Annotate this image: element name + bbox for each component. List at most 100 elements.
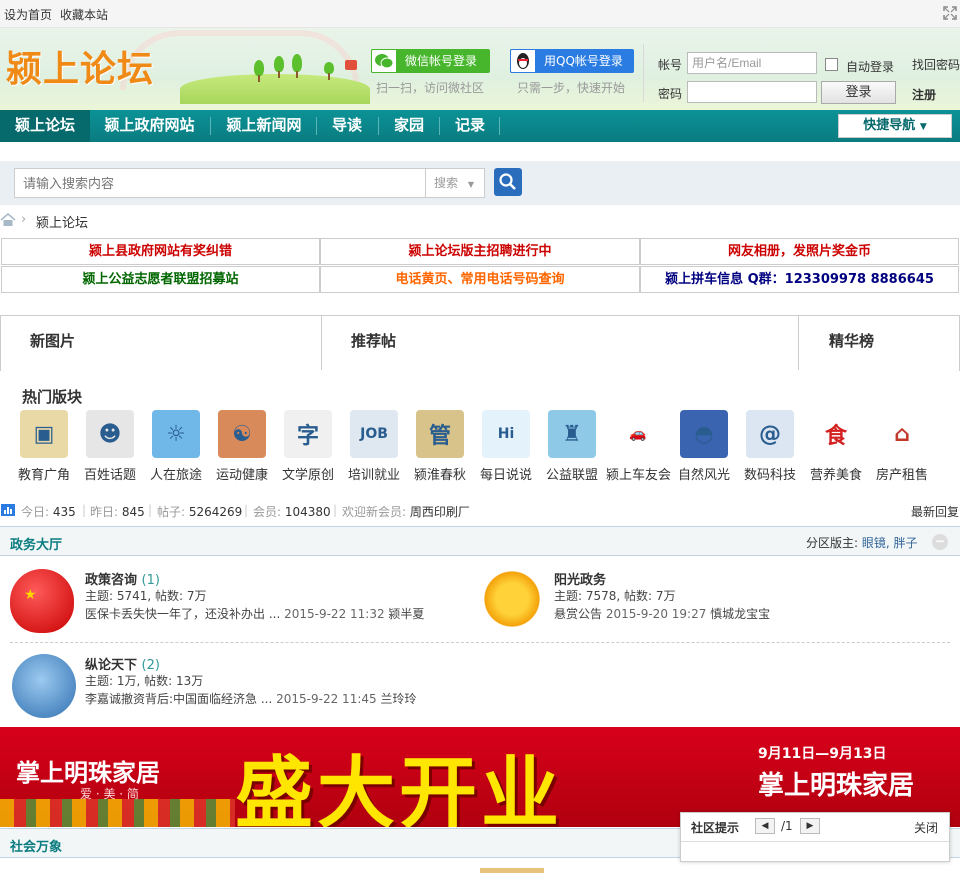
password-label: 密码 (658, 87, 683, 101)
showcase-new-pics[interactable]: 新图片 (30, 316, 75, 370)
find-password-link[interactable]: 找回密码 (912, 56, 960, 73)
hot-forum-item[interactable]: ☯ 运动健康 (210, 410, 274, 483)
hot-forum-item[interactable]: 🚗 颍上车友会 (606, 410, 671, 483)
section-title[interactable]: 政务大厅 (10, 534, 62, 553)
forum-last-post[interactable]: 李嘉诚撤资背后:中国面临经济急 ... 2015-9-22 11:45 兰玲玲 (85, 690, 416, 707)
hot-forum-item[interactable]: ☻ 百姓话题 (78, 410, 142, 483)
auto-login-label: 自动登录 (846, 60, 895, 74)
nav-item-home-space[interactable]: 家园 (380, 110, 438, 142)
nav-item-guide[interactable]: 导读 (318, 110, 376, 142)
search-input[interactable] (14, 168, 426, 198)
banner-headline: 盛大开业 (235, 749, 564, 827)
gift-boxes-decoration (0, 799, 235, 827)
banner-brand: 掌上明珠家居 (16, 759, 160, 787)
people-talking-icon: ☻ (86, 410, 134, 458)
section-moderators: 分区版主: 眼镜, 胖子 (806, 536, 918, 550)
nav-item-news-site[interactable]: 颍上新闻网 (214, 110, 314, 142)
forum-stats: 今日: 435 | 昨日: 845 | 帖子: 5264269 | 会员: 10… (0, 501, 960, 521)
collapse-icon[interactable]: − (932, 534, 948, 550)
search-type-select[interactable]: 搜索 ▼ (426, 168, 485, 198)
hot-forums-title: 热门版块 (22, 388, 83, 406)
notice-link[interactable]: 网友相册，发照片奖金币 (640, 238, 959, 265)
section-title[interactable]: 社会万象 (10, 836, 62, 855)
forum-meta: 主题: 1万, 帖数: 13万 (85, 674, 204, 688)
banner-brand-right: 掌上明珠家居 (758, 771, 915, 801)
hot-forum-item[interactable]: 食营养美食 (804, 410, 868, 483)
auto-login-checkbox[interactable] (825, 58, 838, 71)
forum-title[interactable]: 阳光政务 (554, 569, 606, 588)
hot-forum-item[interactable]: ♜ 公益联盟 (540, 410, 604, 483)
forum-meta: 主题: 7578, 帖数: 7万 (554, 589, 676, 603)
hot-forum-item[interactable]: ☼ 人在旅途 (144, 410, 208, 483)
hot-forum-item[interactable]: ◓ 自然风光 (672, 410, 736, 483)
hot-forum-item[interactable]: @ 数码科技 (738, 410, 802, 483)
prev-page-button[interactable]: ◀ (755, 818, 775, 834)
main-nav: 颍上论坛 颍上政府网站 颍上新闻网 导读 家园 记录 (0, 110, 960, 142)
nav-item-records[interactable]: 记录 (441, 110, 499, 142)
hot-forum-label: 教育广角 (17, 468, 70, 483)
forum-last-post[interactable]: 悬赏公告 2015-9-20 19:27 慎城龙宝宝 (554, 605, 770, 622)
forum-title[interactable]: 纵论天下 (2) (85, 654, 160, 673)
hot-forum-item[interactable]: 管颍淮春秋 (408, 410, 472, 483)
password-input[interactable] (687, 81, 817, 103)
breadcrumb-current[interactable]: 颍上论坛 (36, 212, 88, 231)
account-input[interactable] (687, 52, 817, 74)
house-icon: ⌂ (878, 410, 926, 458)
forum-last-post[interactable]: 医保卡丢失快一年了，还没补办出 ... 2015-9-22 11:32 颍半夏 (85, 605, 424, 622)
newest-member-link[interactable]: 周西印刷厂 (410, 505, 470, 519)
trees-decoration (250, 54, 350, 86)
stats-posts: 帖子: 5264269 (157, 505, 243, 519)
qq-login-button[interactable]: 用QQ帐号登录 (510, 49, 634, 73)
hot-forum-label: 房产租售 (875, 468, 928, 483)
notice-link[interactable]: 颍上公益志愿者联盟招募站 (1, 266, 320, 293)
notice-link[interactable]: 颍上论坛版主招聘进行中 (320, 238, 640, 265)
nav-item-gov-site[interactable]: 颍上政府网站 (92, 110, 207, 142)
hot-forum-item[interactable]: ▣ 教育广角 (12, 410, 76, 483)
hot-forum-item[interactable]: JOB 培训就业 (342, 410, 406, 483)
hot-forum-item[interactable]: Hi 每日说说 (474, 410, 538, 483)
calligraphy-icon: 字 (284, 410, 332, 458)
scroll-icon: 管 (416, 410, 464, 458)
photo-frame-icon: ▣ (20, 410, 68, 458)
sun-icon[interactable] (480, 567, 544, 631)
bookmark-link[interactable]: 收藏本站 (60, 6, 108, 23)
latest-reply-link[interactable]: 最新回复 (911, 503, 959, 520)
account-label: 帐号 (658, 58, 683, 72)
login-button[interactable]: 登录 (821, 81, 896, 104)
hot-forum-label: 自然风光 (677, 468, 730, 483)
forum-meta: 主题: 5741, 帖数: 7万 (85, 589, 207, 603)
quick-nav-button[interactable]: 快捷导航 ▼ (838, 114, 952, 138)
next-page-button[interactable]: ▶ (800, 818, 820, 834)
fullscreen-icon[interactable] (943, 6, 957, 20)
globe-headset-icon[interactable] (12, 654, 76, 718)
wechat-login-button[interactable]: 微信帐号登录 (371, 49, 490, 73)
forum-title[interactable]: 政策咨询 (1) (85, 569, 160, 588)
job-icon: JOB (350, 410, 398, 458)
showcase-recommended[interactable]: 推荐帖 (351, 316, 396, 370)
wechat-icon (371, 49, 397, 73)
forum-icon-partial (480, 868, 544, 873)
notice-link[interactable]: 颍上拼车信息 Q群：123309978 8886645 (640, 266, 959, 293)
moderator-links[interactable]: 眼镜, 胖子 (862, 536, 918, 550)
hot-forum-item[interactable]: 字文学原创 (276, 410, 340, 483)
hot-forum-label: 百姓话题 (83, 468, 136, 483)
search-button[interactable] (494, 168, 522, 196)
heart-flag-icon[interactable]: ★ (10, 569, 74, 633)
beach-icon: ☼ (152, 410, 200, 458)
site-logo[interactable]: 颍上论坛 (6, 40, 178, 90)
hot-forum-item[interactable]: ⌂ 房产租售 (870, 410, 934, 483)
notice-link[interactable]: 颍上县政府网站有奖纠错 (1, 238, 320, 265)
search-icon (499, 173, 516, 190)
set-home-link[interactable]: 设为首页 (4, 6, 52, 23)
hot-forum-label: 文学原创 (281, 468, 334, 483)
statue-icon: ♜ (548, 410, 596, 458)
qq-penguin-icon (510, 49, 536, 73)
tip-close-button[interactable]: 关闭 (914, 819, 938, 836)
home-icon[interactable] (0, 213, 16, 227)
showcase-ranking[interactable]: 精华榜 (829, 316, 874, 370)
notice-link[interactable]: 电话黄页、常用电话号码查询 (320, 266, 640, 293)
caret-down-icon: ▼ (467, 180, 474, 189)
hot-forum-label: 营养美食 (809, 468, 862, 483)
nav-item-home[interactable]: 颍上论坛 (0, 110, 90, 142)
register-link[interactable]: 注册 (912, 86, 936, 103)
